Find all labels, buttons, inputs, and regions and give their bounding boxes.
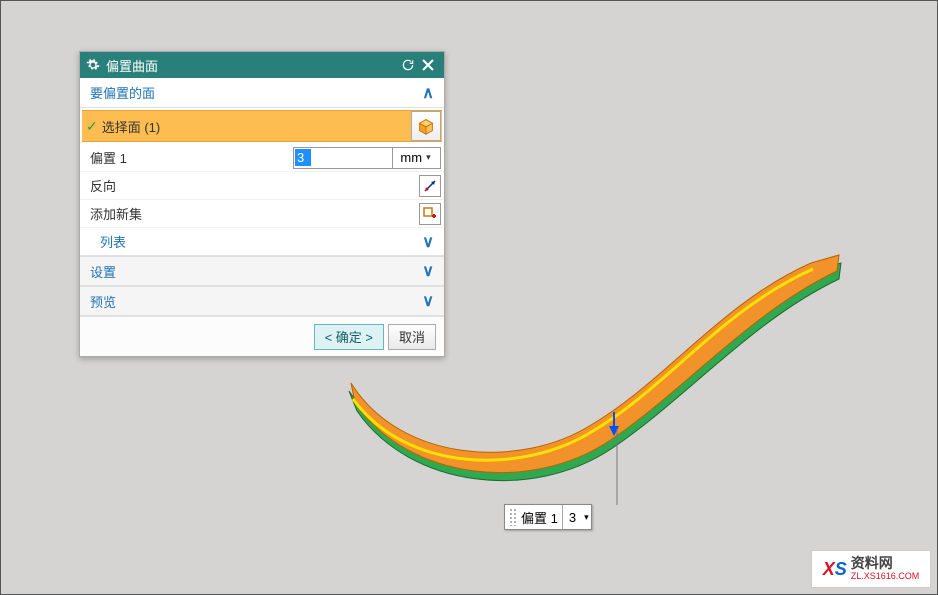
offset-unit-dropdown[interactable]: mm ▾	[393, 147, 441, 169]
section-settings-header[interactable]: 设置 ∨	[80, 256, 444, 286]
check-icon: ✓	[86, 118, 98, 135]
reverse-label: 反向	[90, 176, 419, 195]
watermark-logo: XS 资料网 ZL.XS1616.COM	[811, 550, 931, 588]
chevron-down-icon[interactable]: ▾	[584, 512, 589, 523]
add-set-button[interactable]	[419, 203, 441, 225]
offset-row: 偏置 1 3 mm ▾	[80, 144, 444, 172]
select-face-label: 选择面 (1)	[102, 117, 411, 136]
chevron-down-icon: ▾	[426, 152, 431, 163]
chevron-down-icon: ∨	[422, 261, 434, 281]
dialog-title: 偏置曲面	[106, 56, 398, 75]
reverse-row: 反向	[80, 172, 444, 200]
face-picker-button[interactable]	[411, 111, 441, 141]
reset-icon[interactable]	[398, 58, 418, 72]
leader-line	[616, 429, 618, 505]
chevron-up-icon: ∧	[422, 83, 434, 103]
list-subsection[interactable]: 列表 ∨	[80, 228, 444, 256]
drag-grip-icon[interactable]	[509, 508, 517, 526]
hud-value-input[interactable]: 3	[562, 505, 600, 529]
select-face-row[interactable]: ✓ 选择面 (1)	[82, 110, 442, 142]
hud-label: 偏置 1	[521, 508, 558, 527]
offset-surface-dialog: 偏置曲面 要偏置的面 ∧ ✓ 选择面 (1) 偏置 1 3	[79, 51, 445, 357]
offset-hud[interactable]: 偏置 1 3 ▾	[504, 504, 592, 530]
dialog-footer: < 确定 > 取消	[80, 316, 444, 356]
gear-icon[interactable]	[86, 58, 100, 72]
dialog-titlebar[interactable]: 偏置曲面	[80, 52, 444, 78]
ok-button[interactable]: < 确定 >	[314, 324, 384, 350]
reverse-direction-button[interactable]	[419, 175, 441, 197]
add-set-label: 添加新集	[90, 204, 419, 223]
section-faces-header[interactable]: 要偏置的面 ∧	[80, 78, 444, 108]
section-preview-header[interactable]: 预览 ∨	[80, 286, 444, 316]
close-icon[interactable]	[418, 59, 438, 71]
offset-label: 偏置 1	[90, 148, 293, 167]
offset-value-input[interactable]: 3	[293, 147, 393, 169]
chevron-down-icon: ∨	[422, 291, 434, 311]
add-set-row: 添加新集	[80, 200, 444, 228]
chevron-down-icon: ∨	[422, 232, 434, 252]
cancel-button[interactable]: 取消	[388, 324, 436, 350]
